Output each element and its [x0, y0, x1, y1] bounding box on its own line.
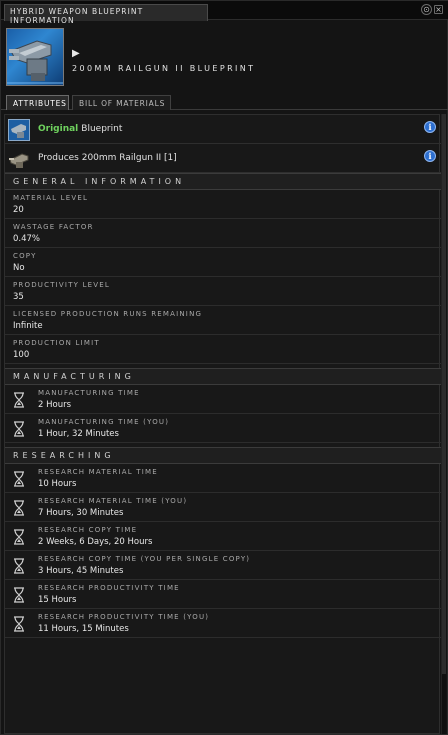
time-label: RESEARCH PRODUCTIVITY TIME: [38, 584, 180, 592]
attribute-label: COPY: [13, 252, 37, 260]
time-value: 2 Hours: [38, 400, 72, 410]
blueprint-type-text: Original Blueprint: [38, 124, 122, 134]
time-row: RESEARCH PRODUCTIVITY TIME 15 Hours: [5, 580, 441, 609]
title-bar[interactable]: HYBRID WEAPON BLUEPRINT INFORMATION ⊙ ×: [1, 1, 448, 25]
hourglass-icon: [13, 471, 25, 487]
scrollbar-thumb[interactable]: [442, 114, 446, 674]
attribute-value: 100: [13, 350, 30, 360]
time-row: MANUFACTURING TIME 2 Hours: [5, 385, 441, 414]
caret-right-icon[interactable]: ▶: [72, 48, 80, 59]
blueprint-type-row[interactable]: Original Blueprint i: [5, 115, 441, 144]
attribute-label: LICENSED PRODUCTION RUNS REMAINING: [13, 310, 203, 318]
railgun-blueprint-icon[interactable]: [6, 28, 64, 86]
time-row: RESEARCH COPY TIME 2 Weeks, 6 Days, 20 H…: [5, 522, 441, 551]
close-button[interactable]: ×: [434, 5, 443, 14]
time-row: RESEARCH MATERIAL TIME 10 Hours: [5, 464, 441, 493]
window-title: HYBRID WEAPON BLUEPRINT INFORMATION: [4, 4, 208, 25]
hourglass-icon: [13, 392, 25, 408]
time-row: RESEARCH MATERIAL TIME (YOU) 7 Hours, 30…: [5, 493, 441, 522]
time-value: 11 Hours, 15 Minutes: [38, 624, 129, 634]
hourglass-icon: [13, 558, 25, 574]
railgun-icon: [8, 148, 30, 170]
original-label: Original: [38, 124, 79, 134]
options-button[interactable]: ⊙: [421, 4, 432, 15]
hourglass-icon: [13, 616, 25, 632]
attribute-row: PRODUCTION LIMIT 100: [5, 335, 441, 364]
tab-bill-of-materials[interactable]: BILL OF MATERIALS: [72, 95, 171, 110]
produces-text: Produces 200mm Railgun II [1]: [38, 153, 177, 163]
attribute-value: 20: [13, 205, 24, 215]
attribute-value: No: [13, 263, 25, 273]
attribute-value: 35: [13, 292, 24, 302]
time-row: RESEARCH COPY TIME (YOU PER SINGLE COPY)…: [5, 551, 441, 580]
hourglass-icon: [13, 529, 25, 545]
attribute-row: PRODUCTIVITY LEVEL 35: [5, 277, 441, 306]
time-value: 10 Hours: [38, 479, 77, 489]
time-label: MANUFACTURING TIME: [38, 389, 140, 397]
section-researching: RESEARCHING: [5, 447, 441, 464]
time-label: RESEARCH MATERIAL TIME: [38, 468, 158, 476]
time-value: 7 Hours, 30 Minutes: [38, 508, 124, 518]
attributes-panel: Original Blueprint i Produces 200mm Railg…: [4, 114, 441, 734]
attribute-label: PRODUCTIVITY LEVEL: [13, 281, 111, 289]
attribute-row: COPY No: [5, 248, 441, 277]
item-name: 200MM RAILGUN II BLUEPRINT: [72, 64, 256, 73]
attribute-label: MATERIAL LEVEL: [13, 194, 89, 202]
time-value: 15 Hours: [38, 595, 77, 605]
hourglass-icon: [13, 587, 25, 603]
attribute-value: Infinite: [13, 321, 43, 331]
info-icon[interactable]: i: [424, 150, 436, 162]
time-value: 2 Weeks, 6 Days, 20 Hours: [38, 537, 153, 547]
attribute-row: WASTAGE FACTOR 0.47%: [5, 219, 441, 248]
time-row: MANUFACTURING TIME (YOU) 1 Hour, 32 Minu…: [5, 414, 441, 443]
section-manufacturing: MANUFACTURING: [5, 368, 441, 385]
attribute-label: WASTAGE FACTOR: [13, 223, 94, 231]
hourglass-icon: [13, 421, 25, 437]
time-label: RESEARCH PRODUCTIVITY TIME (YOU): [38, 613, 210, 621]
scrollbar[interactable]: [441, 114, 446, 734]
item-header: ▶ 200MM RAILGUN II BLUEPRINT: [1, 21, 448, 97]
time-value: 3 Hours, 45 Minutes: [38, 566, 124, 576]
attribute-row: MATERIAL LEVEL 20: [5, 190, 441, 219]
time-label: RESEARCH MATERIAL TIME (YOU): [38, 497, 188, 505]
hourglass-icon: [13, 500, 25, 516]
attribute-value: 0.47%: [13, 234, 41, 244]
time-row: RESEARCH PRODUCTIVITY TIME (YOU) 11 Hour…: [5, 609, 441, 638]
time-label: RESEARCH COPY TIME (YOU PER SINGLE COPY): [38, 555, 251, 563]
produces-row[interactable]: Produces 200mm Railgun II [1] i: [5, 144, 441, 173]
time-label: RESEARCH COPY TIME: [38, 526, 138, 534]
tab-attributes[interactable]: ATTRIBUTES: [6, 95, 69, 110]
blueprint-icon: [8, 119, 30, 141]
info-icon[interactable]: i: [424, 121, 436, 133]
time-value: 1 Hour, 32 Minutes: [38, 429, 119, 439]
section-general-information: GENERAL INFORMATION: [5, 173, 441, 190]
time-label: MANUFACTURING TIME (YOU): [38, 418, 170, 426]
attribute-row: LICENSED PRODUCTION RUNS REMAINING Infin…: [5, 306, 441, 335]
window-controls: ⊙ ×: [421, 4, 443, 15]
tab-strip: ATTRIBUTES BILL OF MATERIALS: [1, 95, 448, 110]
blueprint-info-window: HYBRID WEAPON BLUEPRINT INFORMATION ⊙ × …: [0, 0, 448, 735]
blueprint-label: Blueprint: [81, 124, 123, 134]
attribute-label: PRODUCTION LIMIT: [13, 339, 100, 347]
